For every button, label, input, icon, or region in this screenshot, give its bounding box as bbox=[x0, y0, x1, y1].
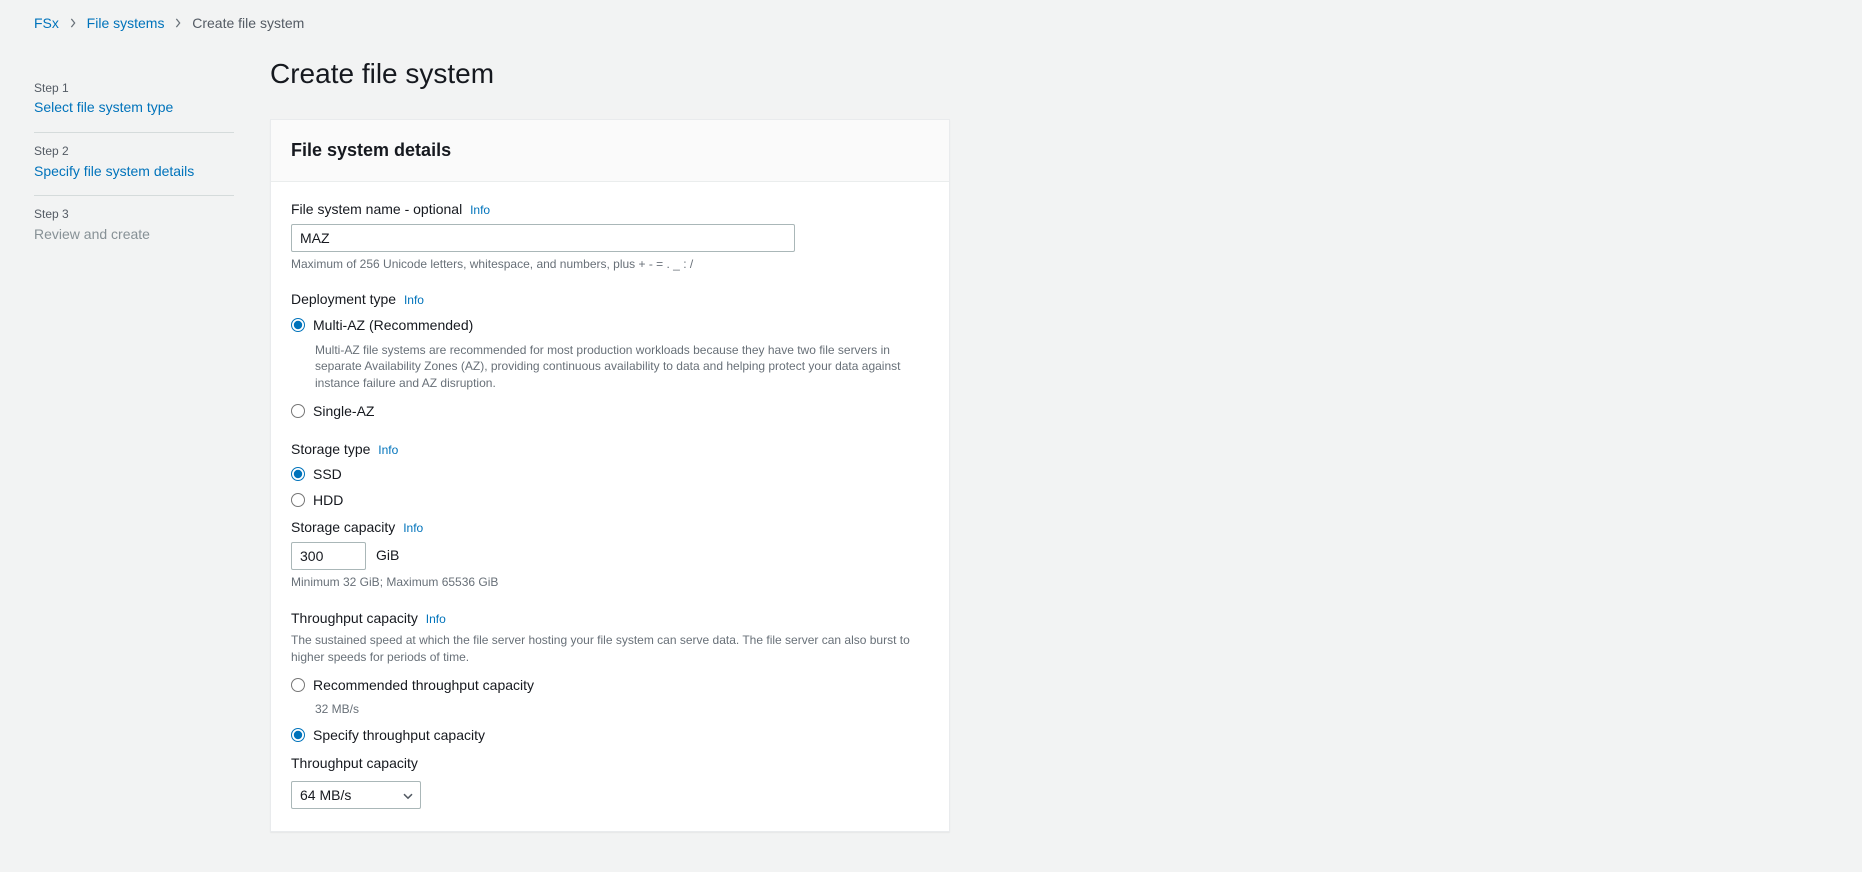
field-label: Throughput capacity Info bbox=[291, 609, 929, 629]
field-label: Storage capacity Info bbox=[291, 518, 929, 538]
info-link[interactable]: Info bbox=[403, 521, 423, 535]
radio-recommended-throughput-input[interactable] bbox=[291, 678, 305, 692]
breadcrumb: FSx File systems Create file system bbox=[0, 0, 1862, 48]
throughput-capacity-label: Throughput capacity bbox=[291, 610, 418, 626]
step-number: Step 2 bbox=[34, 143, 234, 160]
panel-header: File system details bbox=[271, 120, 949, 182]
field-deployment-type: Deployment type Info Multi-AZ (Recommend… bbox=[291, 290, 929, 421]
panel-body: File system name - optional Info Maximum… bbox=[271, 182, 949, 832]
throughput-select[interactable]: 64 MB/s bbox=[291, 781, 421, 809]
field-label: Deployment type Info bbox=[291, 290, 929, 310]
step-3: Step 3 Review and create bbox=[34, 196, 234, 258]
step-title-specify-details[interactable]: Specify file system details bbox=[34, 162, 234, 182]
file-system-name-input[interactable] bbox=[291, 224, 795, 252]
chevron-right-icon bbox=[69, 14, 77, 34]
radio-hdd[interactable]: HDD bbox=[291, 491, 929, 511]
deployment-type-label: Deployment type bbox=[291, 291, 396, 307]
radio-single-az-label: Single-AZ bbox=[313, 402, 374, 422]
file-system-name-label: File system name - optional bbox=[291, 201, 462, 217]
breadcrumb-fsx[interactable]: FSx bbox=[34, 15, 59, 31]
radio-recommended-throughput-label: Recommended throughput capacity bbox=[313, 676, 534, 696]
radio-single-az[interactable]: Single-AZ bbox=[291, 402, 929, 422]
info-link[interactable]: Info bbox=[470, 203, 490, 217]
multi-az-description: Multi-AZ file systems are recommended fo… bbox=[315, 342, 929, 392]
throughput-select-label: Throughput capacity bbox=[291, 754, 929, 774]
radio-ssd[interactable]: SSD bbox=[291, 465, 929, 485]
breadcrumb-current: Create file system bbox=[192, 15, 304, 31]
main-content: Create file system File system details F… bbox=[270, 48, 950, 833]
radio-specify-throughput[interactable]: Specify throughput capacity bbox=[291, 726, 929, 746]
storage-capacity-unit: GiB bbox=[376, 546, 399, 566]
radio-multi-az-input[interactable] bbox=[291, 318, 305, 332]
radio-single-az-input[interactable] bbox=[291, 404, 305, 418]
storage-type-label: Storage type bbox=[291, 441, 370, 457]
field-label: File system name - optional Info bbox=[291, 200, 929, 220]
chevron-right-icon bbox=[174, 14, 182, 34]
info-link[interactable]: Info bbox=[426, 612, 446, 626]
radio-specify-throughput-label: Specify throughput capacity bbox=[313, 726, 485, 746]
field-label: Storage type Info bbox=[291, 440, 929, 460]
step-2: Step 2 Specify file system details bbox=[34, 133, 234, 196]
radio-hdd-input[interactable] bbox=[291, 493, 305, 507]
field-throughput-capacity: Throughput capacity Info The sustained s… bbox=[291, 609, 929, 810]
panel-title: File system details bbox=[291, 138, 929, 163]
info-link[interactable]: Info bbox=[404, 293, 424, 307]
throughput-select-wrapper: 64 MB/s bbox=[291, 781, 421, 809]
page-title: Create file system bbox=[270, 54, 950, 93]
step-number: Step 1 bbox=[34, 80, 234, 97]
file-system-name-hint: Maximum of 256 Unicode letters, whitespa… bbox=[291, 256, 929, 273]
field-storage-capacity: Storage capacity Info GiB Minimum 32 GiB… bbox=[291, 518, 929, 590]
storage-capacity-input[interactable] bbox=[291, 542, 366, 570]
radio-multi-az[interactable]: Multi-AZ (Recommended) bbox=[291, 316, 929, 336]
file-system-details-panel: File system details File system name - o… bbox=[270, 119, 950, 833]
info-link[interactable]: Info bbox=[378, 443, 398, 457]
throughput-description: The sustained speed at which the file se… bbox=[291, 632, 929, 666]
step-1: Step 1 Select file system type bbox=[34, 70, 234, 133]
recommended-throughput-value: 32 MB/s bbox=[315, 701, 929, 718]
radio-hdd-label: HDD bbox=[313, 491, 343, 511]
breadcrumb-file-systems[interactable]: File systems bbox=[87, 15, 165, 31]
field-file-system-name: File system name - optional Info Maximum… bbox=[291, 200, 929, 272]
radio-multi-az-label: Multi-AZ (Recommended) bbox=[313, 316, 473, 336]
step-title-select-type[interactable]: Select file system type bbox=[34, 98, 234, 118]
radio-ssd-label: SSD bbox=[313, 465, 342, 485]
step-title-review: Review and create bbox=[34, 225, 234, 245]
radio-recommended-throughput[interactable]: Recommended throughput capacity bbox=[291, 676, 929, 696]
storage-capacity-hint: Minimum 32 GiB; Maximum 65536 GiB bbox=[291, 574, 929, 591]
field-storage-type: Storage type Info SSD HDD bbox=[291, 440, 929, 511]
storage-capacity-label: Storage capacity bbox=[291, 519, 395, 535]
step-number: Step 3 bbox=[34, 206, 234, 223]
radio-ssd-input[interactable] bbox=[291, 467, 305, 481]
wizard-steps: Step 1 Select file system type Step 2 Sp… bbox=[34, 48, 234, 259]
radio-specify-throughput-input[interactable] bbox=[291, 728, 305, 742]
